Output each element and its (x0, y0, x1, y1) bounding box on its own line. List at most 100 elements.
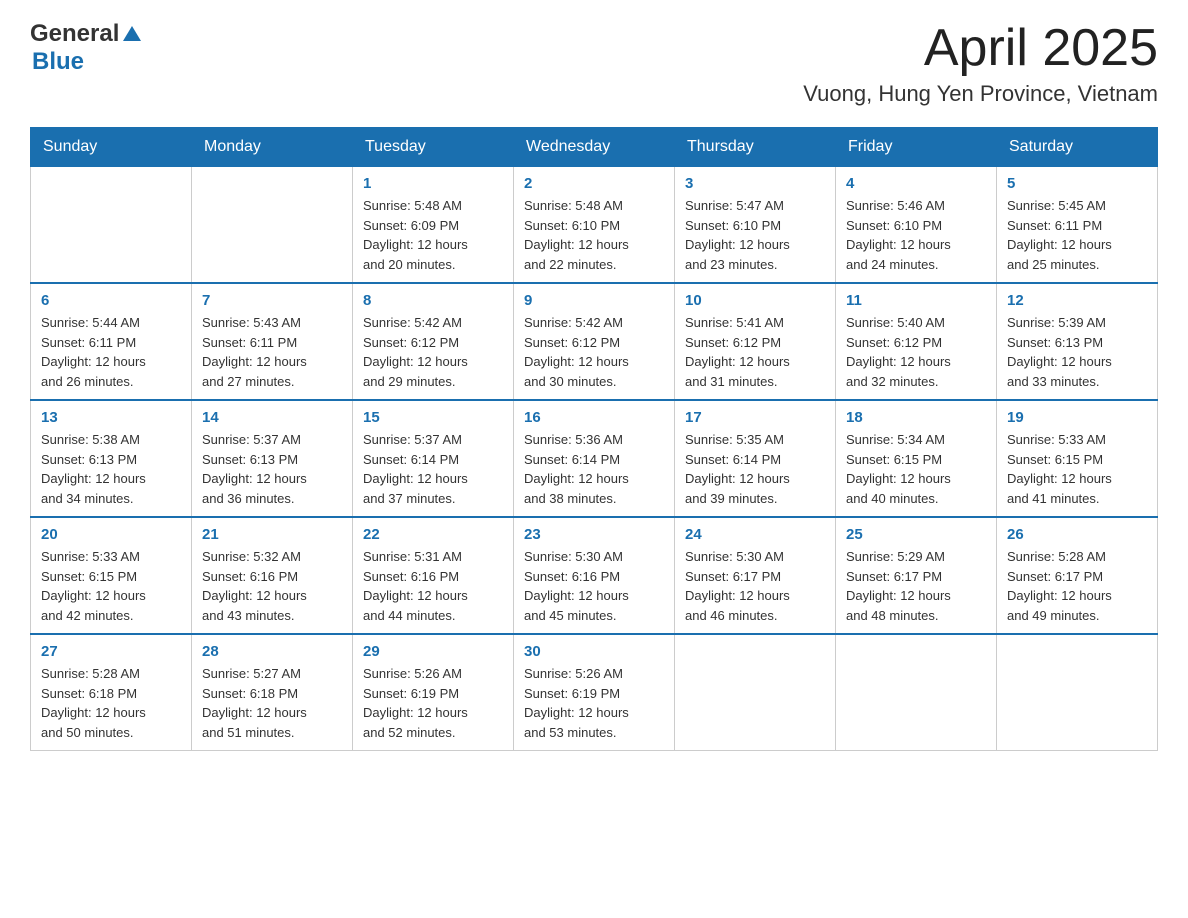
calendar-cell-week5-day2: 29 Sunrise: 5:26 AM Sunset: 6:19 PM Dayli… (353, 634, 514, 751)
day-info: Sunrise: 5:46 AM Sunset: 6:10 PM Dayligh… (846, 196, 986, 274)
day-number: 18 (846, 409, 986, 426)
day-number: 12 (1007, 292, 1147, 309)
day-info: Sunrise: 5:29 AM Sunset: 6:17 PM Dayligh… (846, 547, 986, 625)
header-tuesday: Tuesday (353, 128, 514, 167)
calendar-cell-week4-day2: 22 Sunrise: 5:31 AM Sunset: 6:16 PM Dayli… (353, 517, 514, 634)
calendar-cell-week1-day2: 1Sunrise: 5:48 AM Sunset: 6:09 PM Daylig… (353, 167, 514, 284)
day-info: Sunrise: 5:34 AM Sunset: 6:15 PM Dayligh… (846, 430, 986, 508)
day-info: Sunrise: 5:43 AM Sunset: 6:11 PM Dayligh… (202, 313, 342, 391)
day-number: 30 (524, 643, 664, 660)
day-info: Sunrise: 5:33 AM Sunset: 6:15 PM Dayligh… (1007, 430, 1147, 508)
calendar-cell-week1-day3: 2 Sunrise: 5:48 AM Sunset: 6:10 PM Daylig… (514, 167, 675, 284)
calendar-week-4: 20 Sunrise: 5:33 AM Sunset: 6:15 PM Dayli… (31, 517, 1158, 634)
calendar-cell-week3-day4: 17 Sunrise: 5:35 AM Sunset: 6:14 PM Dayli… (675, 400, 836, 517)
day-number: 28 (202, 643, 342, 660)
day-info: Sunrise: 5:32 AM Sunset: 6:16 PM Dayligh… (202, 547, 342, 625)
day-info: Sunrise: 5:44 AM Sunset: 6:11 PM Dayligh… (41, 313, 181, 391)
day-info: Sunrise: 5:33 AM Sunset: 6:15 PM Dayligh… (41, 547, 181, 625)
day-number: 4 (846, 175, 986, 192)
calendar-cell-week4-day1: 21 Sunrise: 5:32 AM Sunset: 6:16 PM Dayli… (192, 517, 353, 634)
day-number: 5 (1007, 175, 1147, 192)
page-header: General Blue April 2025 Vuong, Hung Yen … (30, 20, 1158, 107)
day-info: Sunrise: 5:31 AM Sunset: 6:16 PM Dayligh… (363, 547, 503, 625)
calendar-cell-week4-day0: 20 Sunrise: 5:33 AM Sunset: 6:15 PM Dayli… (31, 517, 192, 634)
day-info: Sunrise: 5:42 AM Sunset: 6:12 PM Dayligh… (524, 313, 664, 391)
day-number: 13 (41, 409, 181, 426)
logo-general-text: General (30, 20, 119, 48)
calendar-header-row: Sunday Monday Tuesday Wednesday Thursday… (31, 128, 1158, 167)
calendar-cell-week2-day3: 9 Sunrise: 5:42 AM Sunset: 6:12 PM Daylig… (514, 283, 675, 400)
day-info: Sunrise: 5:37 AM Sunset: 6:13 PM Dayligh… (202, 430, 342, 508)
day-number: 27 (41, 643, 181, 660)
day-info: Sunrise: 5:48 AM Sunset: 6:10 PM Dayligh… (524, 196, 664, 274)
day-info: Sunrise: 5:28 AM Sunset: 6:18 PM Dayligh… (41, 664, 181, 742)
day-number: 6 (41, 292, 181, 309)
calendar-cell-week3-day3: 16Sunrise: 5:36 AM Sunset: 6:14 PM Dayli… (514, 400, 675, 517)
header-sunday: Sunday (31, 128, 192, 167)
calendar-week-5: 27 Sunrise: 5:28 AM Sunset: 6:18 PM Dayli… (31, 634, 1158, 751)
day-info: Sunrise: 5:26 AM Sunset: 6:19 PM Dayligh… (524, 664, 664, 742)
day-number: 7 (202, 292, 342, 309)
day-info: Sunrise: 5:27 AM Sunset: 6:18 PM Dayligh… (202, 664, 342, 742)
calendar-cell-week4-day3: 23 Sunrise: 5:30 AM Sunset: 6:16 PM Dayli… (514, 517, 675, 634)
location-subtitle: Vuong, Hung Yen Province, Vietnam (803, 81, 1158, 107)
day-info: Sunrise: 5:48 AM Sunset: 6:09 PM Dayligh… (363, 196, 503, 274)
calendar-cell-week3-day1: 14 Sunrise: 5:37 AM Sunset: 6:13 PM Dayli… (192, 400, 353, 517)
calendar-cell-week1-day6: 5 Sunrise: 5:45 AM Sunset: 6:11 PM Daylig… (997, 167, 1158, 284)
day-number: 11 (846, 292, 986, 309)
header-friday: Friday (836, 128, 997, 167)
calendar-week-3: 13 Sunrise: 5:38 AM Sunset: 6:13 PM Dayli… (31, 400, 1158, 517)
day-info: Sunrise: 5:39 AM Sunset: 6:13 PM Dayligh… (1007, 313, 1147, 391)
calendar-cell-week5-day6 (997, 634, 1158, 751)
day-info: Sunrise: 5:47 AM Sunset: 6:10 PM Dayligh… (685, 196, 825, 274)
day-info: Sunrise: 5:35 AM Sunset: 6:14 PM Dayligh… (685, 430, 825, 508)
day-number: 10 (685, 292, 825, 309)
calendar-cell-week5-day1: 28 Sunrise: 5:27 AM Sunset: 6:18 PM Dayli… (192, 634, 353, 751)
calendar-cell-week2-day4: 10 Sunrise: 5:41 AM Sunset: 6:12 PM Dayli… (675, 283, 836, 400)
day-number: 22 (363, 526, 503, 543)
calendar-week-2: 6 Sunrise: 5:44 AM Sunset: 6:11 PM Daylig… (31, 283, 1158, 400)
day-info: Sunrise: 5:30 AM Sunset: 6:17 PM Dayligh… (685, 547, 825, 625)
day-number: 24 (685, 526, 825, 543)
day-number: 17 (685, 409, 825, 426)
day-number: 9 (524, 292, 664, 309)
title-section: April 2025 Vuong, Hung Yen Province, Vie… (803, 20, 1158, 107)
calendar-cell-week2-day1: 7 Sunrise: 5:43 AM Sunset: 6:11 PM Daylig… (192, 283, 353, 400)
day-number: 8 (363, 292, 503, 309)
day-info: Sunrise: 5:30 AM Sunset: 6:16 PM Dayligh… (524, 547, 664, 625)
calendar-cell-week1-day1 (192, 167, 353, 284)
day-number: 23 (524, 526, 664, 543)
day-number: 14 (202, 409, 342, 426)
calendar-table: Sunday Monday Tuesday Wednesday Thursday… (30, 127, 1158, 751)
calendar-cell-week5-day5 (836, 634, 997, 751)
calendar-cell-week4-day5: 25 Sunrise: 5:29 AM Sunset: 6:17 PM Dayli… (836, 517, 997, 634)
calendar-cell-week4-day6: 26Sunrise: 5:28 AM Sunset: 6:17 PM Dayli… (997, 517, 1158, 634)
calendar-week-1: 1Sunrise: 5:48 AM Sunset: 6:09 PM Daylig… (31, 167, 1158, 284)
header-monday: Monday (192, 128, 353, 167)
calendar-cell-week3-day2: 15Sunrise: 5:37 AM Sunset: 6:14 PM Dayli… (353, 400, 514, 517)
day-number: 29 (363, 643, 503, 660)
day-info: Sunrise: 5:45 AM Sunset: 6:11 PM Dayligh… (1007, 196, 1147, 274)
calendar-cell-week5-day3: 30 Sunrise: 5:26 AM Sunset: 6:19 PM Dayli… (514, 634, 675, 751)
day-number: 16 (524, 409, 664, 426)
day-info: Sunrise: 5:38 AM Sunset: 6:13 PM Dayligh… (41, 430, 181, 508)
day-number: 2 (524, 175, 664, 192)
day-number: 20 (41, 526, 181, 543)
day-info: Sunrise: 5:26 AM Sunset: 6:19 PM Dayligh… (363, 664, 503, 742)
day-info: Sunrise: 5:37 AM Sunset: 6:14 PM Dayligh… (363, 430, 503, 508)
calendar-cell-week3-day6: 19 Sunrise: 5:33 AM Sunset: 6:15 PM Dayli… (997, 400, 1158, 517)
day-number: 21 (202, 526, 342, 543)
calendar-cell-week2-day5: 11Sunrise: 5:40 AM Sunset: 6:12 PM Dayli… (836, 283, 997, 400)
logo-blue-text: Blue (32, 48, 84, 76)
day-number: 19 (1007, 409, 1147, 426)
day-number: 25 (846, 526, 986, 543)
calendar-cell-week3-day5: 18 Sunrise: 5:34 AM Sunset: 6:15 PM Dayli… (836, 400, 997, 517)
day-info: Sunrise: 5:42 AM Sunset: 6:12 PM Dayligh… (363, 313, 503, 391)
calendar-cell-week1-day4: 3 Sunrise: 5:47 AM Sunset: 6:10 PM Daylig… (675, 167, 836, 284)
day-number: 3 (685, 175, 825, 192)
logo-triangle-icon (123, 26, 141, 41)
day-info: Sunrise: 5:41 AM Sunset: 6:12 PM Dayligh… (685, 313, 825, 391)
calendar-title: April 2025 (803, 20, 1158, 77)
header-thursday: Thursday (675, 128, 836, 167)
calendar-cell-week4-day4: 24 Sunrise: 5:30 AM Sunset: 6:17 PM Dayli… (675, 517, 836, 634)
